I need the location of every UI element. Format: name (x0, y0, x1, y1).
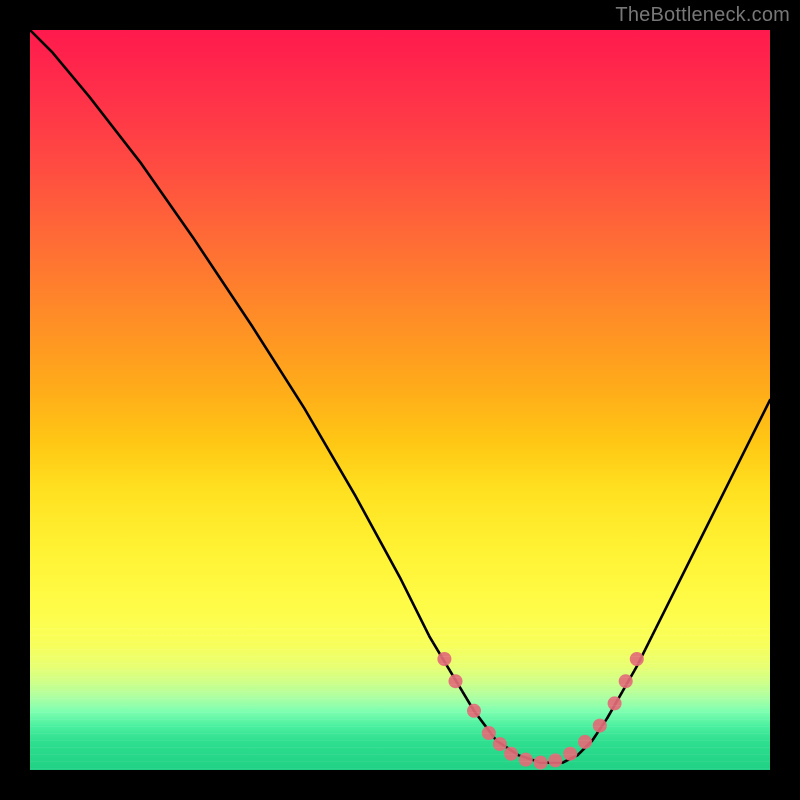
chart-frame: TheBottleneck.com (0, 0, 800, 800)
curve-marker (482, 726, 496, 740)
curve-marker (493, 737, 507, 751)
curve-marker (449, 674, 463, 688)
bottleneck-curve (30, 30, 770, 763)
curve-marker (619, 674, 633, 688)
curve-marker (630, 652, 644, 666)
curve-marker (578, 735, 592, 749)
curve-marker (467, 704, 481, 718)
curve-marker (548, 753, 562, 767)
curve-marker (437, 652, 451, 666)
curve-marker (504, 747, 518, 761)
curve-marker (534, 756, 548, 770)
curve-marker (519, 753, 533, 767)
gradient-plot-area (30, 30, 770, 770)
watermark-text: TheBottleneck.com (615, 4, 790, 27)
chart-svg (30, 30, 770, 770)
curve-marker (593, 719, 607, 733)
curve-marker (608, 696, 622, 710)
curve-marker (563, 747, 577, 761)
